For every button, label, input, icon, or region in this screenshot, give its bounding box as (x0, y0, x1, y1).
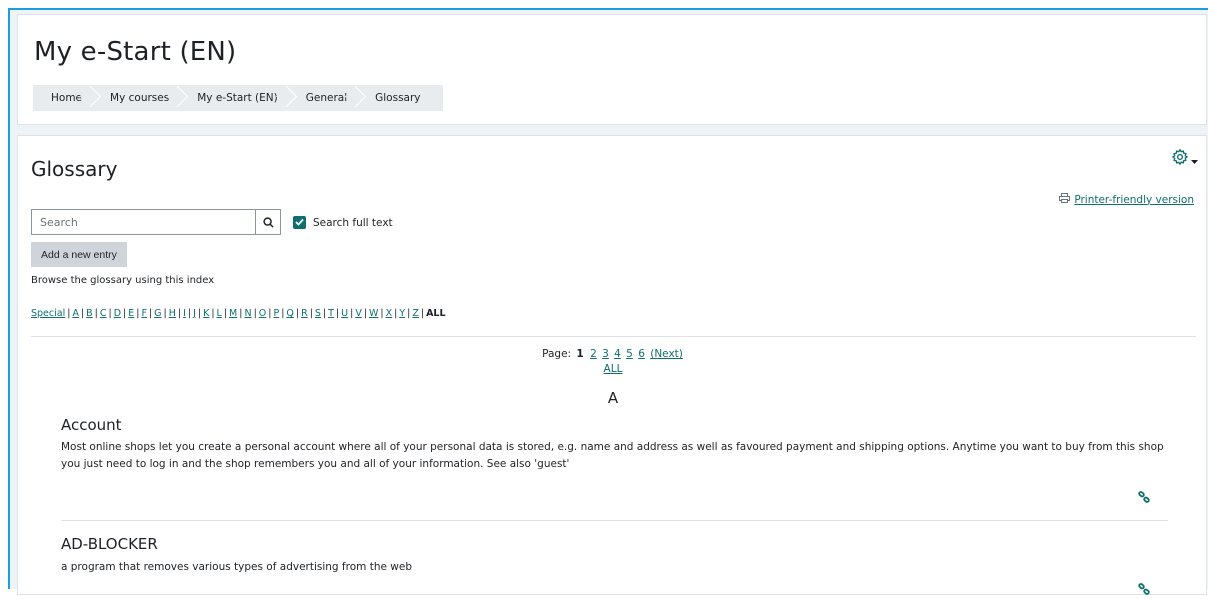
breadcrumb-my-courses[interactable]: My courses (96, 85, 183, 111)
printer-friendly-label[interactable]: Printer-friendly version (1074, 194, 1194, 206)
paging-page-link[interactable]: 4 (614, 348, 621, 360)
printer-friendly-link[interactable]: Printer-friendly version (1059, 193, 1194, 206)
paging-page-link[interactable]: 6 (638, 348, 645, 360)
breadcrumb-course[interactable]: My e-Start (EN) (183, 85, 292, 111)
browse-index-text: Browse the glossary using this index (31, 275, 215, 286)
search-full-text-checkbox[interactable] (293, 216, 306, 229)
index-letter[interactable]: H (169, 308, 176, 319)
index-letter[interactable]: B (86, 308, 93, 319)
index-letter[interactable]: Z (412, 308, 419, 319)
glossary-main: Glossary Printer-friendly version Search… (17, 135, 1207, 595)
paging-next-link[interactable]: (Next) (650, 348, 683, 360)
divider (31, 336, 1196, 337)
index-letter[interactable]: C (100, 308, 107, 319)
pagination: Page: 1 2 3 4 5 6 (Next) (18, 348, 1208, 360)
index-letter[interactable]: R (301, 308, 308, 319)
search-button[interactable] (255, 209, 281, 235)
chevron-down-icon (1191, 150, 1198, 169)
search-form (31, 209, 281, 235)
search-icon (262, 213, 274, 232)
index-letter[interactable]: A (72, 308, 79, 319)
pagination-all: ALL (18, 363, 1208, 375)
search-full-text-label: Search full text (313, 216, 393, 229)
paging-current-page: 1 (576, 348, 584, 360)
search-full-text-option[interactable]: Search full text (293, 216, 393, 229)
divider (61, 520, 1168, 521)
letter-group-heading: A (607, 389, 619, 407)
breadcrumb: Home My courses My e-Start (EN) General … (33, 85, 443, 111)
breadcrumb-home[interactable]: Home (37, 85, 96, 111)
settings-menu-button[interactable] (1171, 148, 1198, 170)
paging-page-link[interactable]: 5 (626, 348, 633, 360)
paging-label: Page: (542, 348, 572, 360)
entry-permalink[interactable] (1138, 488, 1150, 507)
link-icon (1138, 580, 1150, 599)
index-letter[interactable]: Q (286, 308, 293, 319)
entry-definition: a program that removes various types of … (61, 561, 412, 573)
gear-icon (1171, 148, 1189, 170)
window-edge-left (0, 0, 8, 589)
checkmark-icon (295, 217, 304, 229)
entry-title: AD-BLOCKER (61, 535, 158, 553)
page-region: My e-Start (EN) Home My courses My e-Sta… (8, 8, 1208, 595)
index-letter[interactable]: W (369, 308, 378, 319)
add-entry-button[interactable]: Add a new entry (31, 242, 127, 267)
course-title: My e-Start (EN) (34, 37, 237, 67)
paging-all-link[interactable]: ALL (604, 363, 623, 375)
window-edge-top (8, 0, 1208, 8)
index-all-current: ALL (426, 308, 446, 319)
entry-definition: Most online shops let you create a perso… (61, 441, 1164, 470)
search-input[interactable] (31, 209, 256, 235)
link-icon (1138, 488, 1150, 507)
index-special[interactable]: Special (31, 308, 65, 319)
index-letter[interactable]: D (114, 308, 121, 319)
printer-icon (1059, 193, 1071, 206)
entry-title: Account (61, 416, 122, 434)
alphabet-index: Special | A | B | C | D | E | F | G | H | I | J | K | L | M | N | O | P |… (31, 308, 446, 319)
index-letter[interactable]: V (355, 308, 362, 319)
paging-page-link[interactable]: 3 (602, 348, 609, 360)
paging-page-link[interactable]: 2 (590, 348, 597, 360)
page-header: My e-Start (EN) Home My courses My e-Sta… (17, 14, 1207, 125)
page-title: Glossary (31, 157, 118, 181)
breadcrumb-glossary[interactable]: Glossary (361, 85, 434, 111)
breadcrumb-section[interactable]: General (292, 85, 361, 111)
entry-permalink[interactable] (1138, 580, 1150, 599)
index-letter[interactable]: N (244, 308, 251, 319)
index-letter[interactable]: G (154, 308, 161, 319)
